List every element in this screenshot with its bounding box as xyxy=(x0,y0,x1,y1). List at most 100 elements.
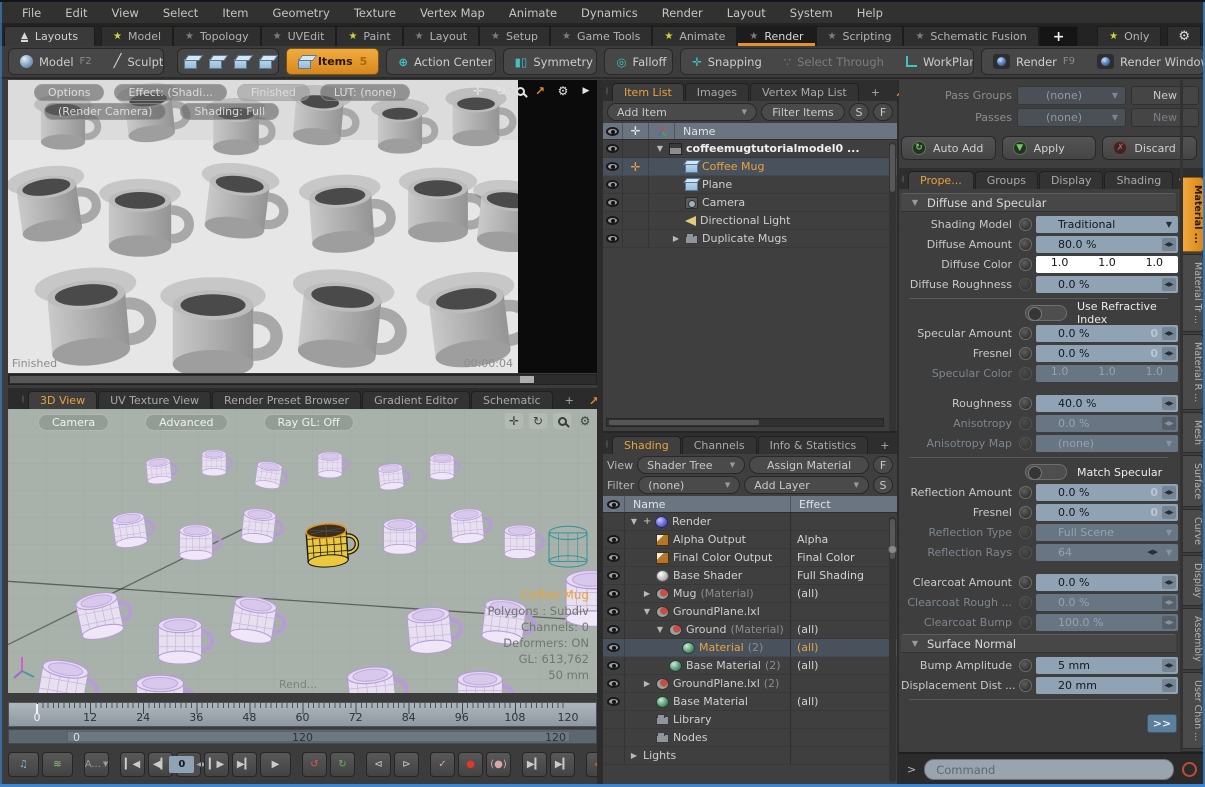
timeline-range-bar[interactable]: 0 120 120 xyxy=(8,729,597,744)
toggle-match-specular[interactable] xyxy=(1025,464,1067,480)
options-button[interactable]: Options xyxy=(34,84,104,101)
channel-dot[interactable] xyxy=(1019,327,1032,340)
value-field-clearcoat-rough[interactable]: 0.0 %◀▶ xyxy=(1036,594,1178,611)
find-button[interactable]: F xyxy=(873,103,893,121)
side-tab-user-chan[interactable]: User Chan ... xyxy=(1183,672,1204,749)
tab-groups[interactable]: Groups xyxy=(975,171,1038,189)
tab-only[interactable]: ★ Only xyxy=(1097,26,1161,46)
value-field-bump-amplitude[interactable]: 5 mm◀▶ xyxy=(1036,657,1178,674)
expand-icon[interactable]: ↗ xyxy=(532,83,548,99)
graph-editor-button[interactable]: ≋ xyxy=(42,752,73,777)
tab-3d-view[interactable]: 3D View xyxy=(28,391,97,409)
visibility-toggle[interactable] xyxy=(603,194,623,211)
effect-shadi-button[interactable]: Effect: (Shadi... xyxy=(114,84,226,101)
tab-channels[interactable]: Channels xyxy=(682,436,757,454)
layer-name-cell[interactable]: Alpha Output xyxy=(625,531,790,548)
shader-row-mug[interactable]: ▶Mug(Material)(all) xyxy=(603,585,897,603)
channel-dot[interactable] xyxy=(1019,238,1032,251)
tab-display[interactable]: Display xyxy=(1039,171,1104,189)
layer-name-cell[interactable]: Nodes xyxy=(625,729,790,746)
gear-icon[interactable]: ⚙ xyxy=(555,83,571,99)
next-keyframe-button[interactable]: ⊳ xyxy=(394,752,419,777)
add-layer-dropdown[interactable]: Add Layer ▼ xyxy=(744,476,869,494)
side-tab-surface[interactable]: Surface xyxy=(1183,455,1204,507)
value-field-fresnel[interactable]: 0.0 %0◀▶ xyxy=(1036,345,1178,362)
color-field-diffuse-color[interactable]: 1.01.01.0 xyxy=(1036,256,1178,273)
lut-none-button[interactable]: LUT: (none) xyxy=(320,84,410,101)
toggle-use-refractive-index[interactable] xyxy=(1025,305,1067,321)
shader-row-material[interactable]: Material(2)(all) xyxy=(603,639,897,657)
axis-column-header[interactable] xyxy=(649,123,675,139)
menu-geometry[interactable]: Geometry xyxy=(261,2,342,23)
layer-effect[interactable] xyxy=(790,747,897,764)
dropdown-shading-model[interactable]: Traditional▼ xyxy=(1036,216,1178,233)
layer-name-cell[interactable]: Material(2) xyxy=(625,639,790,656)
layer-effect[interactable]: (all) xyxy=(790,657,897,674)
filter-items-field[interactable]: Filter Items xyxy=(761,103,845,121)
menu-texture[interactable]: Texture xyxy=(342,2,408,23)
rotate-icon[interactable]: ↻ xyxy=(493,83,509,99)
layer-effect[interactable] xyxy=(790,603,897,620)
spinner-icon[interactable]: ◀▶ xyxy=(1162,506,1176,519)
spinner-icon[interactable]: ◀▶ xyxy=(1162,596,1176,609)
current-frame-field[interactable]: 0◀▶ xyxy=(176,752,201,777)
layer-name-cell[interactable]: Library xyxy=(625,711,790,728)
channel-dot[interactable] xyxy=(1019,417,1032,430)
items-mode-button[interactable] xyxy=(253,49,278,74)
flyout-icon[interactable]: ▶ xyxy=(578,83,594,99)
scope-button[interactable]: S xyxy=(873,476,893,494)
more-options-button[interactable]: >> xyxy=(1147,714,1177,733)
visibility-toggle[interactable] xyxy=(603,549,625,566)
workplane-button[interactable]: WorkPlane xyxy=(895,49,974,74)
new-pass-group-button[interactable]: New xyxy=(1131,86,1199,105)
dropdown-reflection-type[interactable]: Full Scene▼ xyxy=(1036,524,1178,541)
vertices-mode-button[interactable] xyxy=(178,49,203,74)
side-tab-curve[interactable]: Curve xyxy=(1183,509,1204,553)
layout-settings-gear-icon[interactable]: ⚙ xyxy=(1167,26,1201,46)
pane-options-knob[interactable] xyxy=(606,440,608,448)
menu-edit[interactable]: Edit xyxy=(53,2,99,23)
channel-dot[interactable] xyxy=(1019,218,1032,231)
layer-name-cell[interactable]: Base Shader xyxy=(625,567,790,584)
render-camera-button[interactable]: (Render Camera) xyxy=(44,103,166,120)
visibility-toggle[interactable] xyxy=(603,675,625,692)
tab-gradient-editor[interactable]: Gradient Editor xyxy=(362,391,470,409)
menu-render[interactable]: Render xyxy=(650,2,715,23)
value-field-anisotropy[interactable]: 0.0 %◀▶ xyxy=(1036,415,1178,432)
channel-dot[interactable] xyxy=(1019,526,1032,539)
next-frame-button[interactable]: ▎▶ xyxy=(204,752,229,777)
viewport-3d[interactable]: CameraAdvancedRay GL: Off ✛ ↻ ⚙ Coffee M… xyxy=(8,409,597,693)
visibility-toggle[interactable] xyxy=(603,585,625,602)
pan-icon[interactable]: ✛ xyxy=(470,83,486,99)
tab-item-list[interactable]: Item List xyxy=(612,83,684,101)
menu-item[interactable]: Item xyxy=(210,2,260,23)
visibility-toggle[interactable] xyxy=(603,639,625,656)
spinner-icon[interactable]: ◀▶ xyxy=(1162,347,1176,360)
apply-button[interactable]: ▼ Apply xyxy=(1002,136,1097,160)
snapping-button[interactable]: ✛ Snapping xyxy=(681,49,773,74)
layer-effect[interactable]: (all) xyxy=(790,585,897,602)
menu-dynamics[interactable]: Dynamics xyxy=(569,2,650,23)
find-button[interactable]: F xyxy=(873,456,893,474)
layer-name-cell[interactable]: ▼+Render xyxy=(625,513,790,530)
lock-column-header[interactable]: ✛ xyxy=(623,123,649,139)
jump-last-button[interactable]: ▶▎ xyxy=(550,752,575,777)
channel-dot[interactable] xyxy=(1019,659,1032,672)
pane-options-knob[interactable] xyxy=(22,395,24,403)
transform-cell[interactable] xyxy=(623,212,649,229)
channel-dot[interactable] xyxy=(1019,258,1032,271)
value-field-reflection-amount[interactable]: 0.0 %0◀▶ xyxy=(1036,484,1178,501)
color-field-specular-color[interactable]: 1.01.01.0 xyxy=(1036,365,1178,382)
visibility-toggle[interactable] xyxy=(603,567,625,584)
ray-gl-off-button[interactable]: Ray GL: Off xyxy=(264,414,354,431)
finished-button[interactable]: Finished xyxy=(237,84,310,101)
spinner-icon[interactable]: ◀▶ xyxy=(1162,278,1176,291)
tab-animate[interactable]: ★Animate xyxy=(652,26,737,46)
key-up-button[interactable]: ↺ xyxy=(302,752,327,777)
symmetry-button[interactable]: ▮▯ Symmetry xyxy=(504,49,598,74)
jump-forward-button[interactable]: ▶▎ xyxy=(522,752,547,777)
layer-name-cell[interactable]: Base Material xyxy=(625,693,790,710)
shading-full-button[interactable]: Shading: Full xyxy=(180,103,279,120)
filter-dropdown[interactable]: (none) ▼ xyxy=(638,476,740,494)
menu-select[interactable]: Select xyxy=(151,2,210,23)
